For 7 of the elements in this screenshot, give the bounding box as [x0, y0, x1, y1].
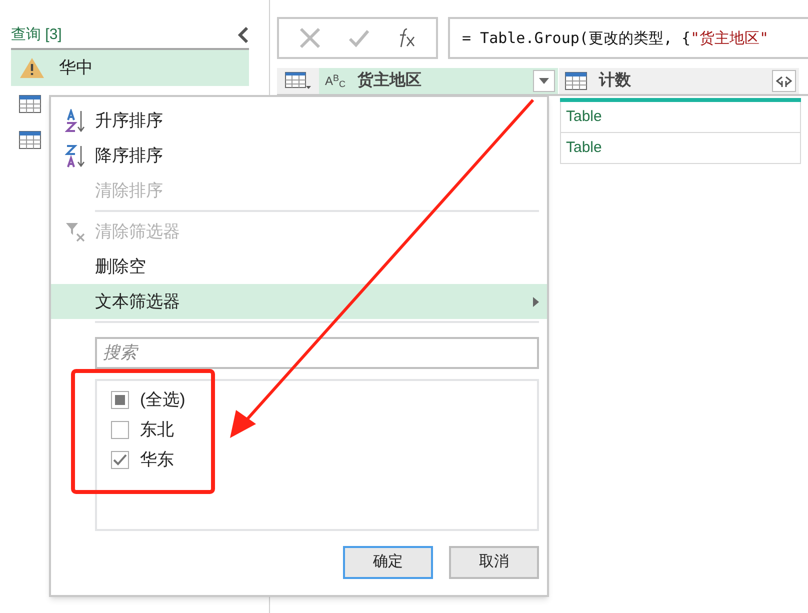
option-label: 华东 [140, 449, 174, 472]
queries-title: 查询 [3] [11, 25, 62, 45]
query-label: 华中 [59, 56, 93, 79]
column-label: 计数 [599, 70, 632, 91]
column-label: 货主地区 [358, 70, 423, 91]
option-label: (全选) [140, 389, 186, 412]
option-label: 东北 [140, 419, 174, 442]
